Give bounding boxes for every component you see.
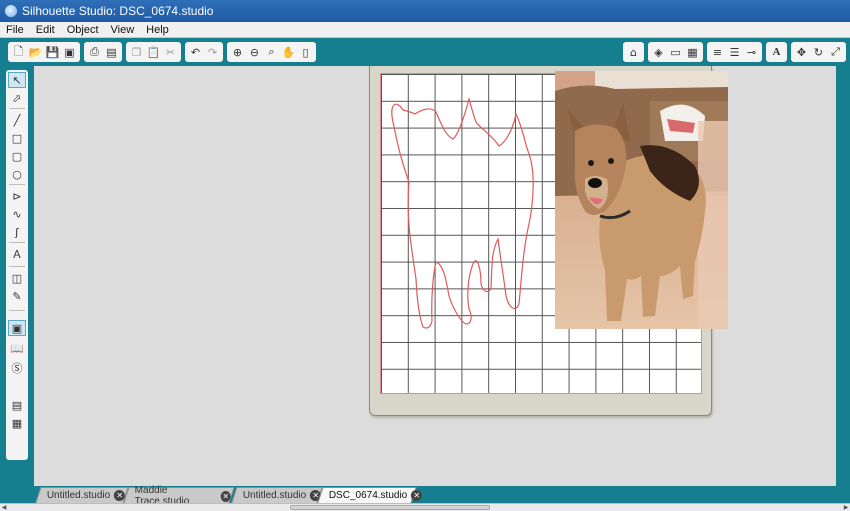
trace-path	[391, 96, 534, 329]
settings-tools-panel: ▤ ▦	[6, 394, 28, 460]
window-title: Silhouette Studio: DSC_0674.studio	[22, 4, 214, 18]
paste-icon[interactable]: 📋	[145, 44, 162, 61]
left-toolbar: ↖ ⬀ ╱ □ ▢ ○ ⊳ ∿ ʃ Ａ ◫ ✎ ▣ 📖 Ⓢ ▤ ▦	[0, 66, 34, 486]
close-tab-icon[interactable]: ✕	[411, 490, 423, 501]
pan-icon[interactable]: ✋	[280, 44, 297, 61]
line-weight-icon[interactable]: ☰	[726, 44, 743, 61]
menu-object[interactable]: Object	[61, 24, 105, 36]
silhouette-app-icon	[4, 4, 18, 18]
point-edit-tool-icon[interactable]: ⬀	[8, 90, 26, 106]
horizontal-scrollbar[interactable]: ◀ ▶	[0, 503, 850, 511]
page-setup-tool-icon[interactable]: ▣	[8, 320, 26, 336]
store-tool-icon[interactable]: Ⓢ	[8, 360, 26, 376]
menu-file[interactable]: File	[0, 24, 30, 36]
open-icon[interactable]: 📂	[27, 44, 44, 61]
menu-edit[interactable]: Edit	[30, 24, 61, 36]
zoom-in-icon[interactable]: ⊕	[229, 44, 246, 61]
menu-view[interactable]: View	[105, 24, 141, 36]
clipboard-toolbar-group: ❐ 📋 ✂	[126, 42, 181, 62]
line-join-icon[interactable]: ⊸	[743, 44, 760, 61]
menu-bar: File Edit Object View Help	[0, 22, 850, 38]
ellipse-tool-icon[interactable]: ○	[8, 166, 26, 182]
fit-page-icon[interactable]: ▯	[297, 44, 314, 61]
send-to-cutter-icon[interactable]: ⌂	[625, 44, 642, 61]
title-bar: Silhouette Studio: DSC_0674.studio	[0, 0, 850, 22]
document-tab-bar: Untitled.studio ✕ Maddie Trace.studio ✕ Un…	[0, 485, 850, 507]
tab-label: Untitled.studio	[242, 490, 307, 501]
undo-icon[interactable]: ↶	[187, 44, 204, 61]
tab-maddie-trace[interactable]: Maddie Trace.studio ✕	[123, 485, 235, 507]
zoom-select-icon[interactable]: ⌕	[263, 44, 280, 61]
cut-icon[interactable]: ✂	[162, 44, 179, 61]
line-toolbar-group: ≡ ☰ ⊸	[707, 42, 762, 62]
tab-untitled-2[interactable]: Untitled.studio ✕	[231, 487, 323, 503]
tab-label: DSC_0674.studio	[328, 490, 408, 501]
new-icon[interactable]: 🗋	[10, 44, 27, 61]
save-icon[interactable]: 💾	[44, 44, 61, 61]
text-toolbar-group: A	[766, 42, 787, 62]
rounded-rect-tool-icon[interactable]: ▢	[8, 148, 26, 164]
print-toolbar-group: ⎙ ▤	[84, 42, 122, 62]
history-toolbar-group: ↶ ↷	[185, 42, 223, 62]
save-as-icon[interactable]: ▣	[61, 44, 78, 61]
scroll-left-icon[interactable]: ◀	[0, 504, 8, 511]
fill-color-icon[interactable]: ◈	[650, 44, 667, 61]
cut-settings-icon[interactable]: ▤	[8, 397, 26, 413]
registration-icon[interactable]: ▦	[8, 415, 26, 431]
rotate-icon[interactable]: ↻	[810, 44, 827, 61]
rectangle-tool-icon[interactable]: □	[8, 130, 26, 146]
transform-icon[interactable]: ✥	[793, 44, 810, 61]
close-tab-icon[interactable]: ✕	[220, 490, 231, 501]
text-tool-icon[interactable]: Ａ	[8, 246, 26, 262]
menu-help[interactable]: Help	[140, 24, 175, 36]
select-tool-icon[interactable]: ↖	[8, 72, 26, 88]
zoom-toolbar-group: ⊕ ⊖ ⌕ ✋ ▯	[227, 42, 316, 62]
tab-dsc-0674[interactable]: DSC_0674.studio ✕	[317, 487, 423, 503]
knife-tool-icon[interactable]: ✎	[8, 288, 26, 304]
style-toolbar-group: ◈ ▭ ▦	[648, 42, 703, 62]
scroll-right-icon[interactable]: ▶	[842, 504, 850, 511]
line-tool-icon[interactable]: ╱	[8, 112, 26, 128]
design-workspace[interactable]	[34, 66, 836, 486]
polygon-tool-icon[interactable]: ⊳	[8, 188, 26, 204]
copy-icon[interactable]: ❐	[128, 44, 145, 61]
eraser-tool-icon[interactable]: ◫	[8, 270, 26, 286]
drawing-tools-panel: ↖ ⬀ ╱ □ ▢ ○ ⊳ ∿ ʃ Ａ ◫ ✎ ▣ 📖 Ⓢ	[6, 70, 28, 422]
file-toolbar-group: 🗋 📂 💾 ▣	[8, 42, 80, 62]
line-style-icon[interactable]: ≡	[709, 44, 726, 61]
scrollbar-thumb[interactable]	[290, 505, 490, 510]
redo-icon[interactable]: ↷	[204, 44, 221, 61]
line-color-icon[interactable]: ▭	[667, 44, 684, 61]
text-style-icon[interactable]: A	[768, 44, 785, 61]
library-tool-icon[interactable]: 📖	[8, 340, 26, 356]
main-toolbar: 🗋 📂 💾 ▣ ⎙ ▤ ❐ 📋 ✂ ↶ ↷ ⊕ ⊖ ⌕ ✋ ▯ ⌂ ◈ ▭ ▦ …	[0, 38, 850, 66]
cutter-toolbar-group: ⌂	[623, 42, 644, 62]
transform-toolbar-group: ✥ ↻ ⤢	[791, 42, 846, 62]
tab-untitled-1[interactable]: Untitled.studio ✕	[35, 487, 129, 503]
dog-photo-image[interactable]	[555, 71, 728, 329]
cut-print-icon[interactable]: ▤	[103, 44, 120, 61]
scale-icon[interactable]: ⤢	[827, 44, 844, 61]
fill-pattern-icon[interactable]: ▦	[684, 44, 701, 61]
tab-label: Untitled.studio	[46, 490, 111, 501]
curve-tool-icon[interactable]: ∿	[8, 206, 26, 222]
freehand-tool-icon[interactable]: ʃ	[8, 224, 26, 240]
right-panel-edge	[836, 66, 850, 486]
zoom-out-icon[interactable]: ⊖	[246, 44, 263, 61]
print-icon[interactable]: ⎙	[86, 44, 103, 61]
